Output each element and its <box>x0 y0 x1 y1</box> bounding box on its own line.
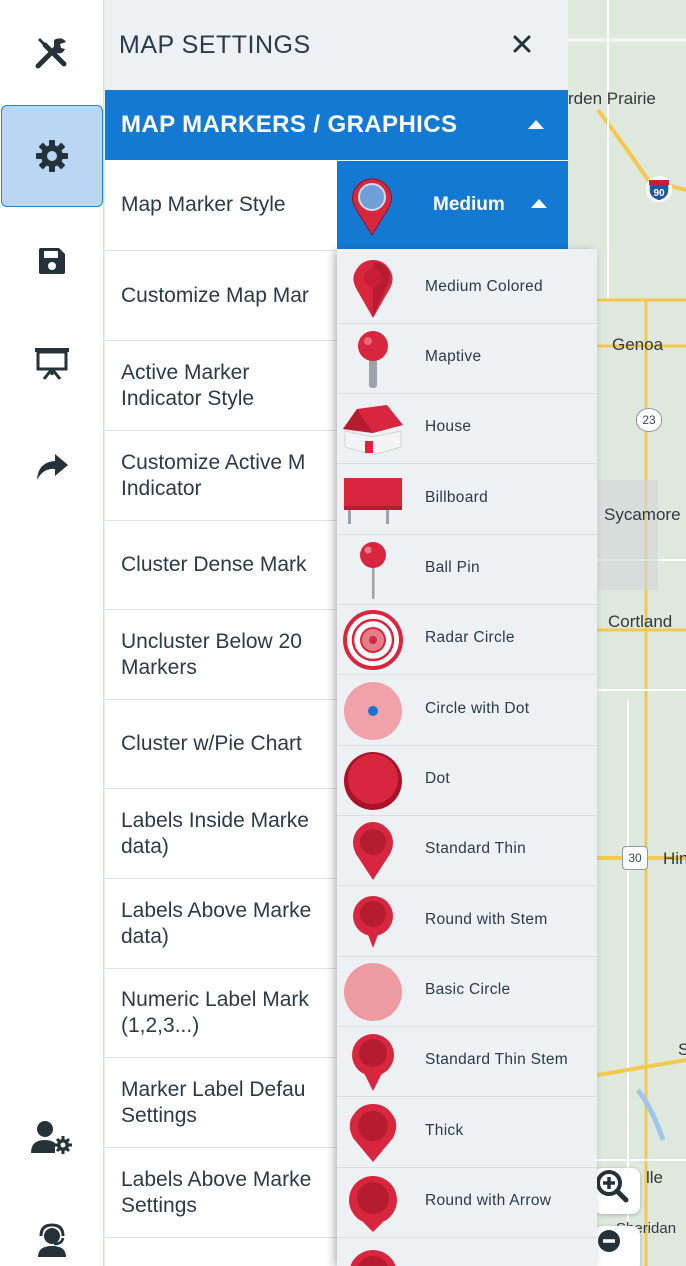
map-label-sycamore: Sycamore <box>604 505 681 524</box>
interstate-shield: 90 <box>646 176 672 202</box>
zoom-out-button[interactable] <box>594 1226 640 1266</box>
option-house[interactable]: House <box>337 394 597 464</box>
save-button[interactable] <box>0 209 104 313</box>
option-label: Ball Pin <box>425 559 480 576</box>
option-label: Circle with Dot <box>425 700 530 717</box>
option-round-with-arrow[interactable]: Round with Arrow <box>337 1168 597 1238</box>
option-ball-pin[interactable]: Ball Pin <box>337 535 597 605</box>
user-settings-icon <box>31 1121 72 1154</box>
billboard-marker-icon <box>337 465 409 535</box>
thick-marker-icon <box>337 1098 409 1168</box>
standard-thin-stem-marker-icon <box>337 1027 409 1097</box>
round-with-stem-marker-icon <box>337 887 409 957</box>
presentation-button[interactable] <box>0 311 104 415</box>
zoom-out-icon <box>598 1230 620 1252</box>
option-label: Thick <box>425 1122 464 1139</box>
option-label: Maptive <box>425 348 482 365</box>
settings-button[interactable] <box>1 105 103 207</box>
share-icon <box>37 454 68 480</box>
option-standard-thin-stem[interactable]: Standard Thin Stem <box>337 1027 597 1097</box>
option-billboard[interactable]: Billboard <box>337 465 597 535</box>
chevron-up-icon <box>531 199 547 208</box>
option-label: Round with Arrow <box>425 1192 552 1209</box>
circle-with-dot-marker-icon <box>337 676 409 746</box>
marker-style-value: Medium <box>433 194 505 215</box>
ball-pin-marker-icon <box>337 535 409 605</box>
zoom-in-button[interactable] <box>594 1168 640 1214</box>
user-settings-button[interactable] <box>0 1086 104 1190</box>
option-label: Medium Colored <box>425 278 543 295</box>
option-standard-thin[interactable]: Standard Thin <box>337 816 597 886</box>
option-partial[interactable] <box>337 1238 597 1266</box>
option-basic-circle[interactable]: Basic Circle <box>337 957 597 1027</box>
presentation-icon <box>35 348 69 380</box>
maptive-marker-icon <box>337 324 409 394</box>
partial-marker-icon <box>337 1238 409 1266</box>
option-radar-circle[interactable]: Radar Circle <box>337 605 597 675</box>
option-label: Round with Stem <box>425 911 548 928</box>
tools-button[interactable] <box>0 0 104 104</box>
option-label: House <box>425 418 472 435</box>
map-label-town: lle <box>646 1168 664 1187</box>
panel-title: MAP SETTINGS <box>119 30 311 59</box>
chevron-up-icon <box>528 120 544 129</box>
option-label: Radar Circle <box>425 629 515 646</box>
option-label: Billboard <box>425 489 489 506</box>
option-round-with-stem[interactable]: Round with Stem <box>337 887 597 957</box>
option-label: Basic Circle <box>425 981 511 998</box>
basic-circle-marker-icon <box>337 957 409 1027</box>
close-icon <box>513 35 531 53</box>
house-marker-icon <box>337 394 409 464</box>
standard-thin-marker-icon <box>337 816 409 886</box>
map-label-eden-prairie: rden Prairie <box>568 89 656 108</box>
option-circle-with-dot[interactable]: Circle with Dot <box>337 676 597 746</box>
map-label-genoa: Genoa <box>612 335 664 354</box>
close-button[interactable] <box>506 28 538 60</box>
save-icon <box>39 248 65 274</box>
round-with-arrow-marker-icon <box>337 1168 409 1238</box>
route-shield: 30 <box>622 846 648 870</box>
section-header-map-markers[interactable]: MAP MARKERS / GRAPHICS <box>105 90 568 160</box>
panel-header: MAP SETTINGS <box>105 0 568 90</box>
map-label-cortland: Cortland <box>608 612 673 631</box>
share-button[interactable] <box>0 415 104 519</box>
support-button[interactable] <box>0 1188 104 1266</box>
medium-colored-marker-icon <box>337 254 409 324</box>
map-label-s: S <box>678 1040 686 1059</box>
option-maptive[interactable]: Maptive <box>337 324 597 394</box>
marker-style-select[interactable]: Medium <box>337 161 568 249</box>
route-shield: 23 <box>636 408 662 432</box>
option-label: Dot <box>425 770 451 787</box>
option-dot[interactable]: Dot <box>337 746 597 816</box>
dot-marker-icon <box>337 746 409 816</box>
option-label: Standard Thin Stem <box>425 1051 568 1068</box>
zoom-in-icon <box>596 1170 629 1203</box>
icon-rail <box>0 0 104 1266</box>
marker-style-dropdown: Medium Colored Maptive House Billboard B… <box>337 249 597 1266</box>
option-label: Standard Thin <box>425 840 526 857</box>
svg-text:90: 90 <box>653 188 665 199</box>
radar-circle-marker-icon <box>337 605 409 675</box>
map-label-hinckley: Hin <box>663 849 686 868</box>
medium-marker-icon <box>351 178 393 236</box>
gear-icon <box>36 140 68 172</box>
section-title: MAP MARKERS / GRAPHICS <box>121 111 458 138</box>
support-agent-icon <box>38 1223 66 1257</box>
option-thick[interactable]: Thick <box>337 1098 597 1168</box>
tools-icon <box>35 38 67 69</box>
option-medium-colored[interactable]: Medium Colored <box>337 254 597 324</box>
